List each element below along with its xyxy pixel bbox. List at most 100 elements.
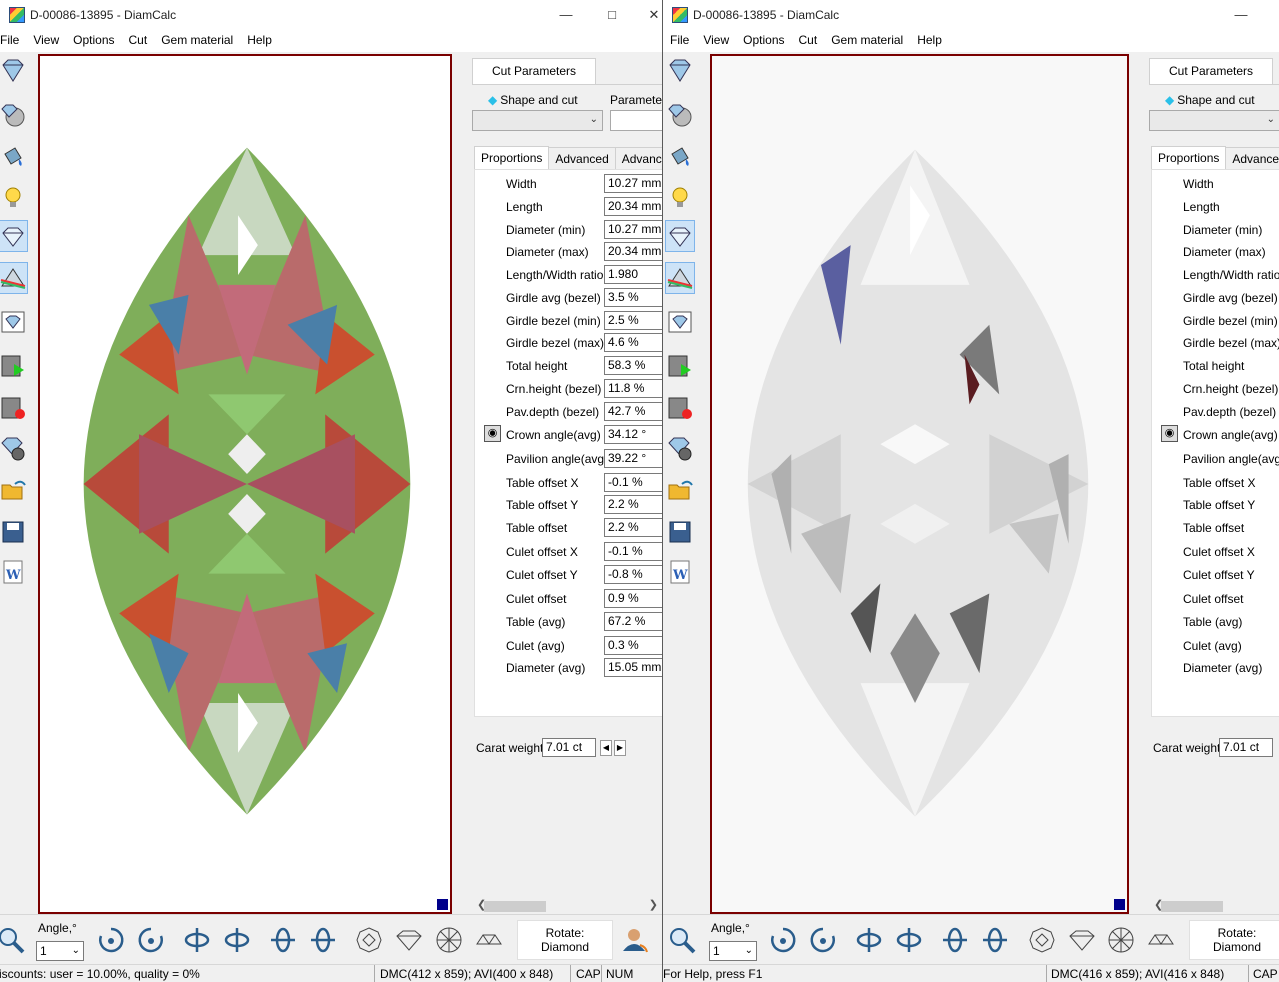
horizontal-scrollbar[interactable]: ❮ — [1151, 898, 1279, 914]
shape-and-cut-dropdown[interactable]: ⌄ — [472, 110, 603, 131]
param-value[interactable]: 67.2 % — [604, 612, 662, 631]
carat-weight-input[interactable]: 7.01 ct — [542, 738, 596, 757]
save-icon[interactable] — [665, 516, 695, 548]
paint-bucket-icon[interactable] — [665, 140, 695, 172]
rotate-ccw-icon[interactable] — [806, 923, 840, 957]
turn-left-icon[interactable] — [938, 923, 972, 957]
menu-options[interactable]: Options — [66, 31, 121, 52]
param-value[interactable]: 2.2 % — [604, 495, 662, 514]
maximize-icon[interactable]: □ — [594, 4, 630, 26]
open-folder-icon[interactable] — [665, 474, 695, 506]
top-view-icon[interactable] — [352, 923, 386, 957]
menu-gem-material[interactable]: Gem material — [154, 31, 240, 52]
param-value[interactable]: 0.3 % — [604, 636, 662, 655]
param-value[interactable]: 10.27 mm — [604, 174, 662, 193]
top-view-icon[interactable] — [1025, 923, 1059, 957]
param-value[interactable]: 4.6 % — [604, 333, 662, 352]
rotate-ccw-icon[interactable] — [134, 923, 168, 957]
param-value[interactable]: 42.7 % — [604, 402, 662, 421]
menu-cut[interactable]: Cut — [122, 31, 155, 52]
turn-left-icon[interactable] — [266, 923, 300, 957]
prism-icon[interactable] — [665, 262, 695, 294]
prism-icon[interactable] — [0, 262, 28, 294]
video-record-icon[interactable] — [0, 392, 28, 424]
param-value[interactable]: 0.9 % — [604, 589, 662, 608]
param-value[interactable]: 2.5 % — [604, 311, 662, 330]
angle-select[interactable]: 1 ⌄ — [709, 941, 757, 961]
word-export-icon[interactable]: W — [665, 556, 695, 588]
param-value[interactable]: 58.3 % — [604, 356, 662, 375]
side-view-icon[interactable] — [392, 923, 426, 957]
open-folder-icon[interactable] — [0, 474, 28, 506]
tab-proportions[interactable]: Proportions — [474, 146, 550, 169]
video-play-icon[interactable] — [0, 350, 28, 382]
side-view-icon[interactable] — [1065, 923, 1099, 957]
diamond-viewport-white[interactable] — [710, 54, 1129, 914]
param-value[interactable]: -0.8 % — [604, 565, 662, 584]
pavilion-view-icon[interactable] — [472, 923, 506, 957]
rotate-cw-icon[interactable] — [766, 923, 800, 957]
paint-bucket-icon[interactable] — [0, 140, 28, 172]
scroll-right-icon[interactable]: ❯ — [649, 898, 658, 911]
flip-right-icon[interactable] — [220, 923, 254, 957]
menu-file[interactable]: File — [663, 31, 696, 52]
tab-advanced-2[interactable]: Advanced — [614, 147, 662, 169]
word-export-icon[interactable]: W — [0, 556, 28, 588]
user-rotate-icon[interactable] — [618, 923, 652, 957]
param-value[interactable]: 11.8 % — [604, 379, 662, 398]
face-view-icon[interactable] — [432, 923, 466, 957]
tab-proportions[interactable]: Proportions — [1151, 146, 1227, 169]
pavilion-view-icon[interactable] — [1144, 923, 1178, 957]
tab-cut-parameters[interactable]: Cut Parameters — [472, 58, 596, 84]
diamond-icon[interactable] — [0, 54, 28, 86]
param-value[interactable]: 15.05 mm — [604, 658, 662, 677]
menu-view[interactable]: View — [26, 31, 66, 52]
carat-weight-input[interactable]: 7.01 ct — [1219, 738, 1273, 757]
angle-select[interactable]: 1 ⌄ — [36, 941, 84, 961]
param-value[interactable]: 1.980 — [604, 265, 662, 284]
tab-cut-parameters[interactable]: Cut Parameters — [1149, 58, 1273, 84]
gem-settings-icon[interactable] — [665, 432, 695, 464]
minimize-icon[interactable]: — — [548, 4, 584, 26]
video-play-icon[interactable] — [665, 350, 695, 382]
param-value[interactable]: 2.2 % — [604, 518, 662, 537]
menu-help[interactable]: Help — [240, 31, 279, 52]
rotate-mode-box[interactable]: Rotate: Diamond — [1189, 920, 1279, 960]
param-value[interactable]: 10.27 mm — [604, 220, 662, 239]
param-value[interactable]: 20.34 mm — [604, 197, 662, 216]
video-record-icon[interactable] — [665, 392, 695, 424]
spin-right-icon[interactable]: ▶ — [614, 740, 626, 756]
light-bulb-icon[interactable] — [0, 182, 28, 214]
flip-right-icon[interactable] — [892, 923, 926, 957]
shape-and-cut-dropdown[interactable]: ⌄ — [1149, 110, 1279, 131]
light-bulb-icon[interactable] — [665, 182, 695, 214]
diamond-icon[interactable] — [665, 54, 695, 86]
save-icon[interactable] — [0, 516, 28, 548]
turn-right-icon[interactable] — [306, 923, 340, 957]
spin-left-icon[interactable]: ◀ — [600, 740, 612, 756]
param-value[interactable]: 3.5 % — [604, 288, 662, 307]
tab-advanced[interactable]: Advanced — [548, 147, 616, 169]
menu-options[interactable]: Options — [736, 31, 791, 52]
diamond-image-icon[interactable] — [665, 306, 695, 338]
menu-gem-material[interactable]: Gem material — [824, 31, 910, 52]
param-value[interactable]: 20.34 mm — [604, 242, 662, 261]
zoom-icon[interactable] — [665, 923, 699, 957]
diamond-viewport-color[interactable] — [38, 54, 452, 914]
horizontal-scrollbar[interactable]: ❮ ❯ — [474, 898, 662, 914]
menu-cut[interactable]: Cut — [792, 31, 825, 52]
menu-view[interactable]: View — [696, 31, 736, 52]
diamond-view-icon[interactable] — [665, 220, 695, 252]
param-value[interactable]: 39.22 ° — [604, 449, 662, 468]
gem-globe-icon[interactable] — [0, 98, 28, 130]
gem-settings-icon[interactable] — [0, 432, 28, 464]
turn-right-icon[interactable] — [978, 923, 1012, 957]
diamond-view-icon[interactable] — [0, 220, 28, 252]
lock-icon[interactable]: ◉ — [484, 425, 501, 442]
param-value[interactable]: 34.12 ° — [604, 425, 662, 444]
gem-globe-icon[interactable] — [665, 98, 695, 130]
menu-help[interactable]: Help — [910, 31, 949, 52]
minimize-icon[interactable]: — — [1223, 4, 1259, 26]
flip-left-icon[interactable] — [852, 923, 886, 957]
parameter-input[interactable] — [610, 110, 662, 131]
